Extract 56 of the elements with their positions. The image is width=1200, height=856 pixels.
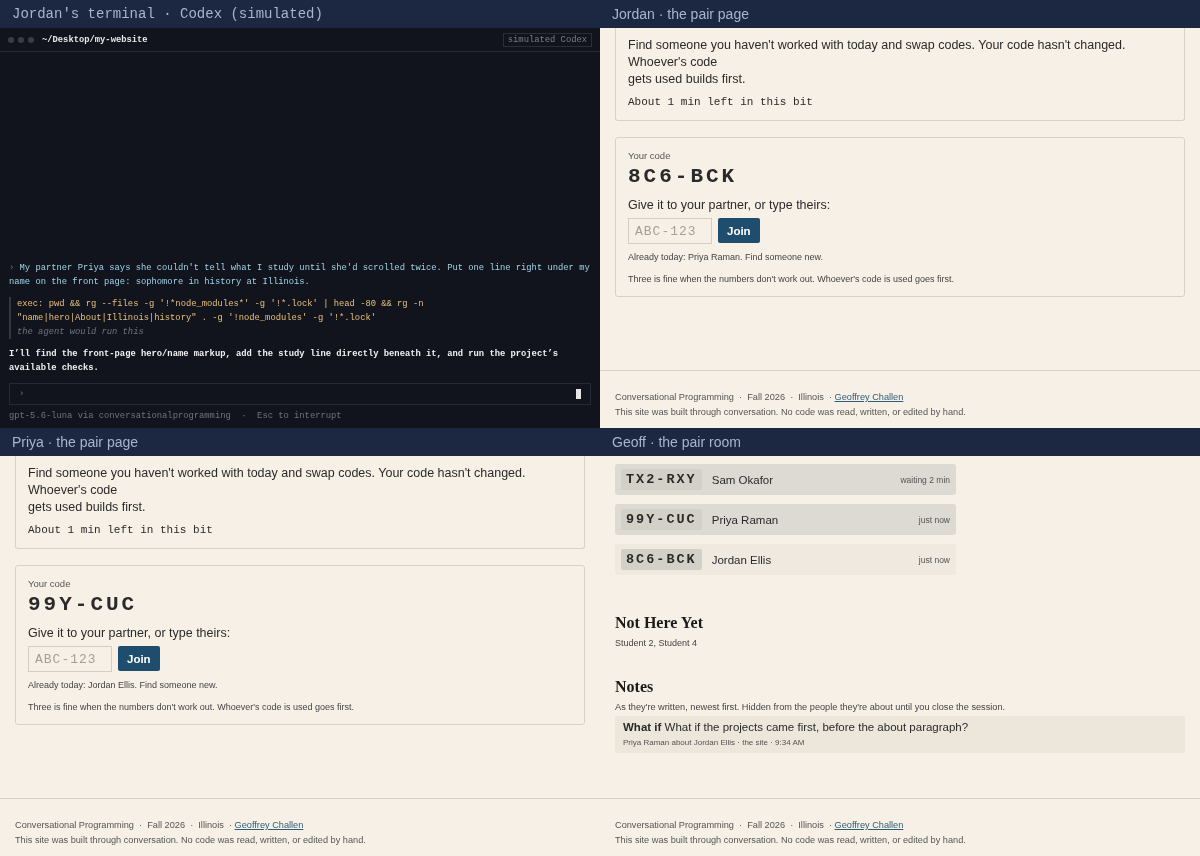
absent-list: Student 2, Student 4	[615, 638, 1185, 648]
already-note: Already today: Jordan Ellis. Find someone new.	[28, 680, 219, 690]
prompt-input[interactable]: ›	[9, 383, 591, 405]
code-label: Your code	[28, 578, 72, 589]
give-prompt: Give it to your partner, or type theirs:	[628, 198, 832, 212]
section-heading: Not Here Yet	[615, 614, 704, 632]
instructions-text: Find someone you haven't worked with today and swap codes. Your code hasn't changed. Whoever's code gets used builds first.	[628, 37, 1127, 88]
pane-title: Jordan's terminal · Codex (simulated)	[12, 6, 323, 22]
author-link[interactable]: Geoffrey Challen	[234, 820, 304, 830]
pane-title: Geoff · the pair room	[612, 434, 741, 450]
pair-code: 99Y-CUC	[621, 509, 702, 530]
exec-command: exec: pwd && rg --files -g '!*node_modules*' -g '!*.lock' | head -80 && rg -n "name|hero|About|Illinois|history" . -g '!node_modules' -g '!*.lock'	[17, 298, 425, 325]
pair-code: 99Y-CUC	[28, 593, 139, 616]
user-message: › My partner Priya says she couldn't tell what I study until she'd scrolled twice. Put one line right under my name on the front page: sophomore in history at Illinois.	[9, 262, 591, 289]
author-link[interactable]: Geoffrey Challen	[834, 820, 904, 830]
section-heading: Notes	[615, 678, 655, 696]
group-note: Three is fine when the numbers don't work out. Whoever's code is used goes first.	[28, 702, 356, 712]
code-label: Your code	[628, 150, 672, 161]
pair-code: 8C6-BCK	[628, 165, 739, 188]
note-text: What if What if the projects came first, before the about paragraph?	[623, 721, 970, 733]
give-prompt: Give it to your partner, or type theirs:	[28, 626, 232, 640]
pane-title: Jordan · the pair page	[612, 6, 749, 22]
footer-note: This site was built through conversation. No code was read, written, or edited by hand.	[615, 834, 967, 847]
directory-path: ~/Desktop/my-website	[42, 34, 149, 45]
time-left: About 1 min left in this bit	[628, 96, 814, 108]
wait-time: just now	[918, 554, 950, 565]
footer-note: This site was built through conversation. No code was read, written, or edited by hand.	[615, 406, 967, 419]
author-link[interactable]: Geoffrey Challen	[834, 392, 904, 402]
note-meta: Priya Raman about Jordan Ellis · the site · 9:34 AM	[623, 738, 806, 747]
already-note: Already today: Priya Raman. Find someone new.	[628, 252, 825, 262]
wait-time: waiting 2 min	[900, 474, 950, 485]
footer-credits: Conversational Programming · Fall 2026 · Illinois ·	[15, 820, 233, 830]
pair-code: 8C6-BCK	[621, 549, 702, 570]
student-name: Priya Raman	[711, 513, 780, 526]
code-input[interactable]: ABC-123	[628, 218, 712, 244]
notes-description: As they're written, newest first. Hidden from the people they're about until you close the session.	[615, 702, 1007, 712]
window-dots-icon	[8, 36, 36, 43]
exec-note: the agent would run this	[17, 326, 145, 339]
code-input[interactable]: ABC-123	[28, 646, 112, 672]
join-button[interactable]: Join	[118, 646, 160, 671]
student-name: Jordan Ellis	[711, 553, 773, 566]
cursor-icon	[576, 389, 581, 399]
wait-time: just now	[918, 514, 950, 525]
student-name: Sam Okafor	[711, 473, 775, 486]
footer-note: This site was built through conversation. No code was read, written, or edited by hand.	[15, 834, 367, 847]
instructions-text: Find someone you haven't worked with today and swap codes. Your code hasn't changed. Whoever's code gets used builds first.	[28, 465, 527, 516]
footer-credits: Conversational Programming · Fall 2026 · Illinois ·	[615, 820, 833, 830]
join-button[interactable]: Join	[718, 218, 760, 243]
group-note: Three is fine when the numbers don't work out. Whoever's code is used goes first.	[628, 274, 956, 284]
pane-title: Priya · the pair page	[12, 434, 139, 450]
footer-credits: Conversational Programming · Fall 2026 · Illinois ·	[615, 392, 833, 402]
time-left: About 1 min left in this bit	[28, 524, 214, 536]
mode-label: simulated Codex	[502, 32, 592, 47]
agent-reply: I’ll find the front-page hero/name markup, add the study line directly beneath it, and run the project’s available checks.	[9, 348, 559, 375]
status-line: gpt-5.6-luna via conversationalprogramming · Esc to interrupt	[9, 411, 343, 421]
pair-code: TX2-RXY	[621, 469, 702, 490]
